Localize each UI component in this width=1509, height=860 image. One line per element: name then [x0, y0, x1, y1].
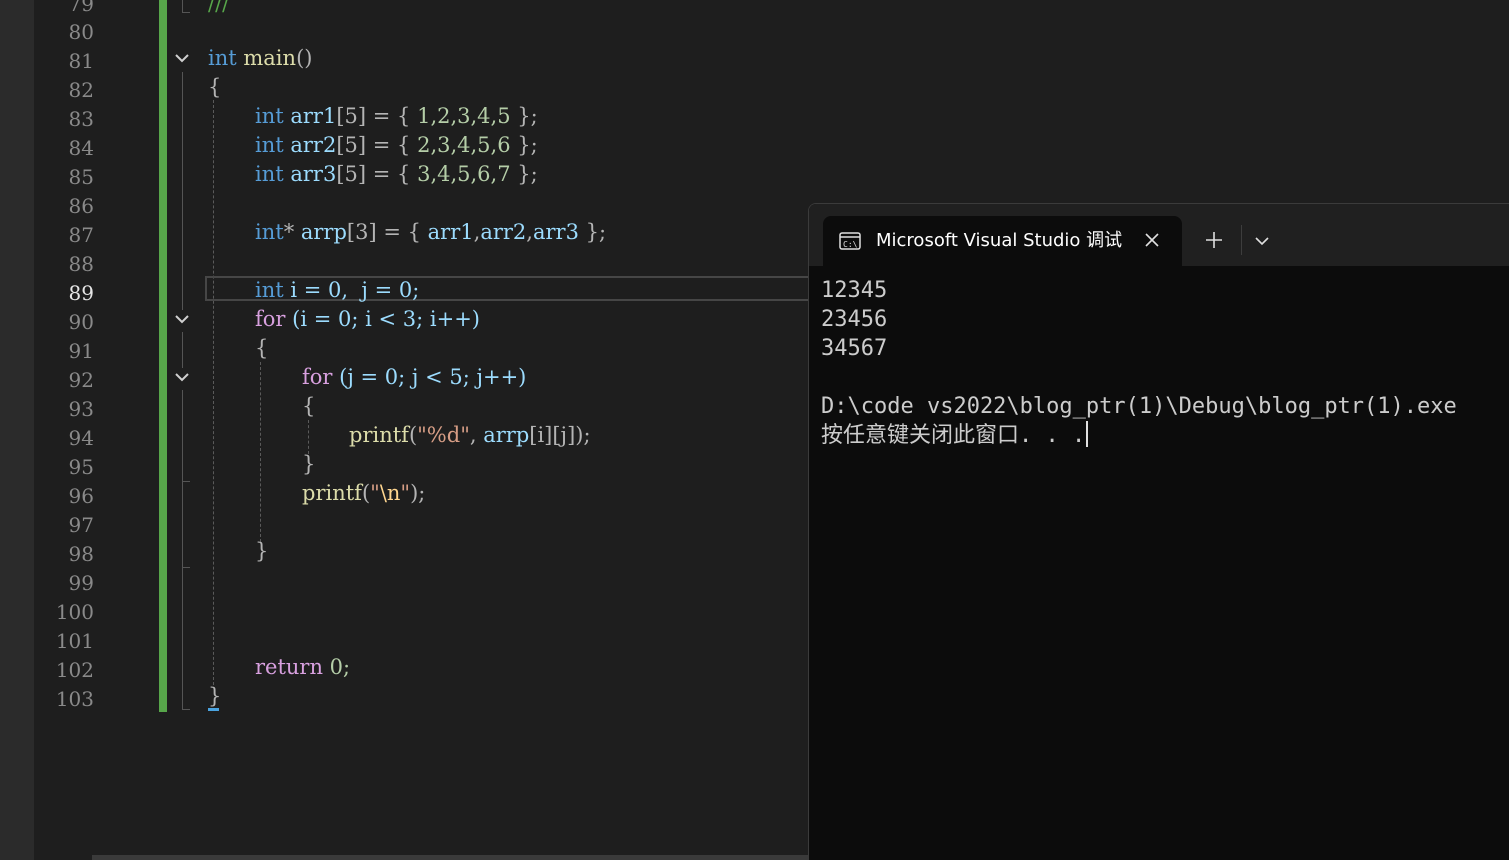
code-line-89[interactable]: int i = 0, j = 0;	[255, 276, 419, 305]
code-line-87[interactable]: int* arrp[3] = { arr1,arr2,arr3 };	[255, 218, 606, 247]
code-line-92[interactable]: for (j = 0; j < 5; j++)	[302, 363, 526, 392]
console-output[interactable]: 12345 23456 34567 D:\code vs2022\blog_pt…	[821, 276, 1457, 450]
console-app-icon: C:\	[839, 232, 861, 250]
fold-bracket-end	[182, 709, 190, 710]
line-number: 87	[68, 223, 94, 247]
code-line-79[interactable]: ///	[208, 0, 229, 18]
line-number: 95	[68, 455, 94, 479]
fold-bracket	[182, 482, 183, 568]
line-number: 103	[55, 687, 94, 711]
line-number: 80	[68, 20, 94, 44]
line-number: 92	[68, 368, 94, 392]
line-number-current: 89	[68, 281, 94, 305]
line-number: 86	[68, 194, 94, 218]
line-number: 102	[55, 658, 94, 682]
text-cursor	[1086, 421, 1089, 447]
code-line-83[interactable]: int arr1[5] = { 1,2,3,4,5 };	[255, 102, 538, 131]
line-number: 88	[68, 252, 94, 276]
line-number: 91	[68, 339, 94, 363]
code-line-84[interactable]: int arr2[5] = { 2,3,4,5,6 };	[255, 131, 538, 160]
fold-bracket-end	[182, 481, 190, 482]
line-number: 99	[68, 571, 94, 595]
code-line-93[interactable]: {	[302, 392, 315, 421]
console-line: 34567	[821, 336, 888, 361]
line-number: 85	[68, 165, 94, 189]
code-line-91[interactable]: {	[255, 334, 268, 363]
fold-chevron-icon[interactable]	[172, 310, 192, 330]
code-line-94[interactable]: printf("%d", arrp[i][j]);	[349, 421, 591, 450]
chevron-down-icon[interactable]	[1251, 230, 1273, 252]
change-indicator-bar	[159, 0, 167, 712]
line-number: 101	[55, 629, 94, 653]
fold-chevron-icon[interactable]	[172, 368, 192, 388]
code-line-96[interactable]: printf("\n");	[302, 479, 425, 508]
svg-text:C:\: C:\	[843, 240, 858, 249]
line-number: 90	[68, 310, 94, 334]
line-number: 100	[55, 600, 94, 624]
brace-match-underline	[208, 708, 219, 711]
line-number: 79	[68, 0, 94, 16]
titlebar-separator	[1241, 225, 1242, 255]
line-number: 94	[68, 426, 94, 450]
line-number: 84	[68, 136, 94, 160]
fold-bracket	[182, 568, 183, 710]
console-prompt-text: 按任意键关闭此窗口. . .	[821, 423, 1086, 448]
editor-left-margin	[0, 0, 34, 860]
line-number: 81	[68, 49, 94, 73]
code-line-102[interactable]: return 0;	[255, 653, 350, 682]
fold-bracket-end	[182, 12, 190, 13]
fold-bracket-end	[182, 567, 190, 568]
fold-bracket	[182, 390, 183, 482]
code-line-95[interactable]: }	[302, 450, 315, 479]
terminal-tab-title: Microsoft Visual Studio 调试控制台	[876, 230, 1122, 251]
console-prompt-line: 按任意键关闭此窗口. . .	[821, 421, 1457, 450]
terminal-titlebar[interactable]: C:\ Microsoft Visual Studio 调试控制台	[809, 204, 1509, 266]
line-number: 98	[68, 542, 94, 566]
line-number: 96	[68, 484, 94, 508]
fold-chevron-icon[interactable]	[172, 49, 192, 69]
indent-guide	[308, 420, 309, 454]
console-line: 12345	[821, 278, 888, 303]
horizontal-scrollbar[interactable]	[92, 855, 808, 860]
code-line-90[interactable]: for (i = 0; i < 3; i++)	[255, 305, 480, 334]
code-line-81[interactable]: int main()	[208, 44, 312, 73]
plus-icon[interactable]	[1203, 229, 1225, 251]
line-number: 93	[68, 397, 94, 421]
code-line-85[interactable]: int arr3[5] = { 3,4,5,6,7 };	[255, 160, 538, 189]
fold-bracket	[182, 0, 183, 12]
fold-bracket	[182, 72, 183, 310]
indent-guide	[213, 100, 214, 685]
line-number: 82	[68, 78, 94, 102]
code-line-103[interactable]: }	[208, 682, 221, 711]
code-line-98[interactable]: }	[255, 537, 268, 566]
terminal-tab[interactable]: C:\ Microsoft Visual Studio 调试控制台	[823, 216, 1182, 266]
close-icon[interactable]	[1141, 229, 1163, 251]
console-line: D:\code vs2022\blog_ptr(1)\Debug\blog_pt…	[821, 394, 1457, 419]
line-number: 97	[68, 513, 94, 537]
indent-guide	[260, 362, 261, 542]
console-line: 23456	[821, 307, 888, 332]
debug-console-window[interactable]: C:\ Microsoft Visual Studio 调试控制台 12345 …	[808, 203, 1509, 860]
fold-bracket	[182, 332, 183, 368]
code-line-82[interactable]: {	[208, 73, 221, 102]
line-number: 83	[68, 107, 94, 131]
